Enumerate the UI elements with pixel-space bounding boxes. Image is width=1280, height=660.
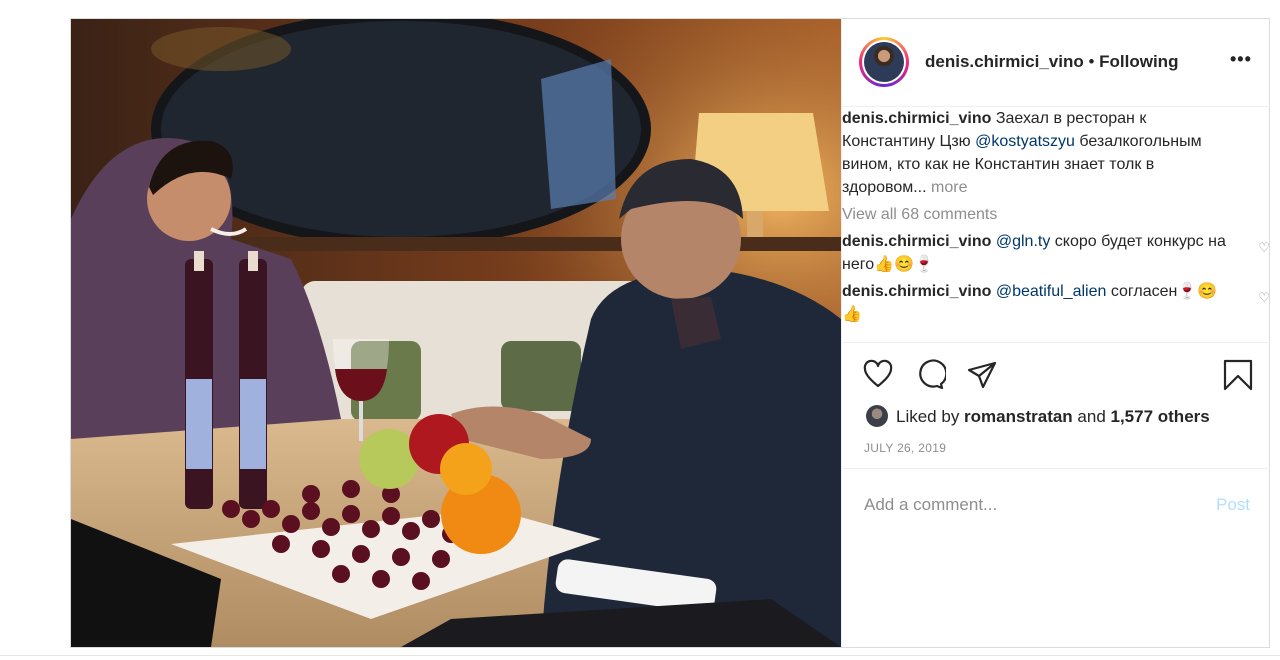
header-title: denis.chirmici_vino • Following	[925, 52, 1178, 72]
liker-avatar[interactable]	[866, 405, 888, 427]
likes-others-link[interactable]: 1,577 others	[1111, 407, 1210, 426]
comment-username[interactable]: denis.chirmici_vino	[842, 283, 991, 300]
comment-item: denis.chirmici_vino @beatiful_alien согл…	[842, 280, 1270, 326]
likes-prefix: Liked by	[896, 407, 965, 426]
caption-mention[interactable]: @kostyatszyu	[975, 133, 1075, 150]
post-comment-button[interactable]: Post	[1216, 495, 1250, 515]
header-separator: •	[1083, 52, 1100, 71]
post-date[interactable]: JULY 26, 2019	[864, 441, 946, 455]
view-all-comments-link[interactable]: View all 68 comments	[842, 203, 1262, 226]
page-divider	[0, 655, 1280, 656]
post-sidebar: denis.chirmici_vino • Following ••• deni…	[841, 19, 1270, 647]
add-comment-bar: Post	[842, 468, 1270, 538]
caption-username[interactable]: denis.chirmici_vino	[842, 110, 991, 127]
heart-icon[interactable]	[862, 359, 894, 391]
follow-status-button[interactable]: Following	[1099, 52, 1178, 71]
liker-username[interactable]: romanstratan	[964, 407, 1073, 426]
post-photo[interactable]	[71, 19, 841, 647]
comment-username[interactable]: denis.chirmici_vino	[842, 233, 991, 250]
likes-summary: Liked by romanstratan and 1,577 others	[866, 405, 1210, 427]
more-icon[interactable]: •••	[1230, 49, 1252, 70]
author-avatar[interactable]	[859, 37, 909, 87]
author-username[interactable]: denis.chirmici_vino	[925, 52, 1084, 71]
action-bar: Liked by romanstratan and 1,577 others J…	[842, 342, 1270, 468]
bookmark-icon[interactable]	[1222, 359, 1254, 391]
post-header: denis.chirmici_vino • Following •••	[842, 19, 1270, 107]
comments-list: denis.chirmici_vino Заехал в ресторан к …	[842, 107, 1270, 341]
comment-like-icon[interactable]: ♡	[1258, 236, 1270, 259]
comment-item: denis.chirmici_vino @gln.ty скоро будет …	[842, 230, 1270, 276]
photo-illustration	[71, 19, 841, 647]
comment-mention[interactable]: @beatiful_alien	[996, 283, 1107, 300]
comment-input[interactable]	[864, 493, 1164, 517]
comment-icon[interactable]	[914, 359, 948, 391]
post-card: denis.chirmici_vino • Following ••• deni…	[70, 18, 1270, 648]
caption-more-link[interactable]: more	[931, 179, 967, 196]
caption: denis.chirmici_vino Заехал в ресторан к …	[842, 107, 1262, 199]
comment-mention[interactable]: @gln.ty	[996, 233, 1050, 250]
avatar-image	[864, 42, 904, 82]
likes-middle: and	[1072, 407, 1111, 426]
avatar-border	[862, 40, 906, 84]
comment-like-icon[interactable]: ♡	[1258, 286, 1270, 309]
share-icon[interactable]	[966, 359, 998, 391]
